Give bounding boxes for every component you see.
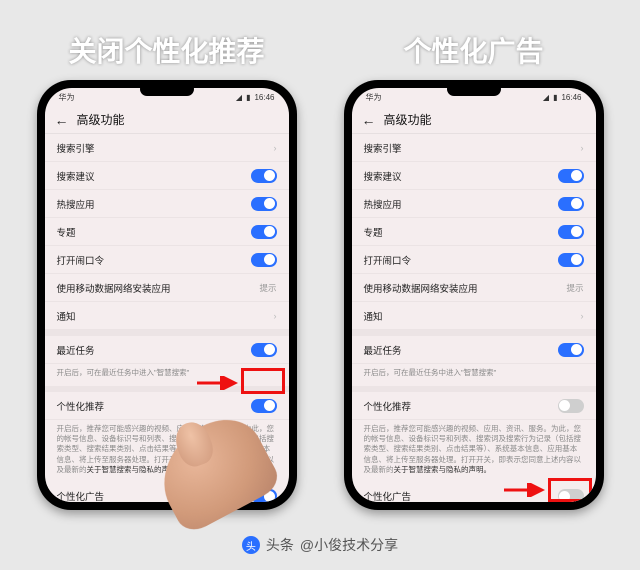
toggle-topics[interactable] <box>558 225 584 239</box>
signal-icon: ◢ <box>236 93 242 102</box>
label: 专题 <box>57 225 76 239</box>
desc-recent-task: 开启后，可在最近任务中进入"智慧搜索" <box>352 364 596 386</box>
back-icon[interactable]: ← <box>362 112 376 128</box>
label: 个性化推荐 <box>57 399 105 413</box>
row-hot-apps[interactable]: 热搜应用 <box>45 190 289 218</box>
toggle-hot-apps[interactable] <box>558 197 584 211</box>
clock: 16:46 <box>561 93 581 102</box>
caption-left: 关闭个性化推荐 <box>68 30 264 70</box>
carrier-label: 华为 <box>366 92 382 103</box>
battery-icon: ▮ <box>246 93 250 102</box>
row-search-engine[interactable]: 搜索引擎 › <box>45 134 289 162</box>
screen-left: 华为 ◢ ▮ 16:46 ← 高级功能 搜索引擎 › 搜索建议 热搜应用 专题 打开闹… <box>45 88 289 502</box>
caption-right: 个性化广告 <box>403 30 543 70</box>
label: 个性化推荐 <box>364 399 412 413</box>
row-recent-task[interactable]: 最近任务 <box>45 336 289 364</box>
toggle-open-cmd[interactable] <box>251 253 277 267</box>
label: 打开闹口令 <box>364 253 412 267</box>
desc-bold: 关于智慧搜索与隐私的声明。 <box>87 465 185 474</box>
chevron-right-icon: › <box>581 143 584 153</box>
toggle-search-suggest[interactable] <box>251 169 277 183</box>
desc-recent-task: 开启后，可在最近任务中进入"智慧搜索" <box>45 364 289 386</box>
chevron-right-icon: › <box>274 143 277 153</box>
label: 通知 <box>364 309 383 323</box>
battery-icon: ▮ <box>553 93 557 102</box>
label: 个性化广告 <box>364 489 412 502</box>
row-search-engine[interactable]: 搜索引擎 › <box>352 134 596 162</box>
toggle-recent-task[interactable] <box>558 343 584 357</box>
row-personal-rec[interactable]: 个性化推荐 <box>352 392 596 420</box>
label: 热搜应用 <box>57 197 95 211</box>
toggle-personal-rec[interactable] <box>558 399 584 413</box>
label: 热搜应用 <box>364 197 402 211</box>
toggle-personal-ad[interactable] <box>558 489 584 502</box>
label: 个性化广告 <box>57 489 105 502</box>
label: 最近任务 <box>364 343 402 357</box>
nav-bar: ← 高级功能 <box>45 106 289 134</box>
notch <box>140 82 194 96</box>
carrier-label: 华为 <box>59 92 75 103</box>
footer-prefix: 头条 <box>266 535 294 555</box>
avatar-icon: 头 <box>242 536 260 554</box>
hint: 提示 <box>259 282 276 294</box>
row-mobile-data[interactable]: 使用移动数据网络安装应用 提示 <box>352 274 596 302</box>
desc-bold: 关于智慧搜索与隐私的声明。 <box>394 465 492 474</box>
footer-author: @小俊技术分享 <box>300 535 398 555</box>
row-topics[interactable]: 专题 <box>352 218 596 246</box>
hint: 提示 <box>566 282 583 294</box>
row-personal-ad[interactable]: 个性化广告 <box>45 483 289 502</box>
phone-right: 华为 ◢ ▮ 16:46 ← 高级功能 搜索引擎 › 搜索建议 热搜应用 专题 打开闹… <box>344 80 604 510</box>
screen-right: 华为 ◢ ▮ 16:46 ← 高级功能 搜索引擎 › 搜索建议 热搜应用 专题 打开闹… <box>352 88 596 502</box>
row-topics[interactable]: 专题 <box>45 218 289 246</box>
label: 使用移动数据网络安装应用 <box>57 281 171 295</box>
label: 最近任务 <box>57 343 95 357</box>
row-search-suggest[interactable]: 搜索建议 <box>352 162 596 190</box>
row-search-suggest[interactable]: 搜索建议 <box>45 162 289 190</box>
toggle-recent-task[interactable] <box>251 343 277 357</box>
toggle-personal-ad[interactable] <box>251 489 277 502</box>
page-title: 高级功能 <box>384 111 432 128</box>
phone-left: 华为 ◢ ▮ 16:46 ← 高级功能 搜索引擎 › 搜索建议 热搜应用 专题 打开闹… <box>37 80 297 510</box>
row-recent-task[interactable]: 最近任务 <box>352 336 596 364</box>
page-title: 高级功能 <box>77 111 125 128</box>
toggle-open-cmd[interactable] <box>558 253 584 267</box>
chevron-right-icon: › <box>581 311 584 321</box>
row-mobile-data[interactable]: 使用移动数据网络安装应用 提示 <box>45 274 289 302</box>
label: 搜索建议 <box>364 169 402 183</box>
back-icon[interactable]: ← <box>55 112 69 128</box>
nav-bar: ← 高级功能 <box>352 106 596 134</box>
label: 通知 <box>57 309 76 323</box>
toggle-hot-apps[interactable] <box>251 197 277 211</box>
label: 搜索引擎 <box>57 141 95 155</box>
row-open-cmd[interactable]: 打开闹口令 <box>45 246 289 274</box>
signal-icon: ◢ <box>543 93 549 102</box>
label: 使用移动数据网络安装应用 <box>364 281 478 295</box>
label: 搜索建议 <box>57 169 95 183</box>
clock: 16:46 <box>254 93 274 102</box>
label: 专题 <box>364 225 383 239</box>
label: 打开闹口令 <box>57 253 105 267</box>
toggle-search-suggest[interactable] <box>558 169 584 183</box>
desc-personal-rec: 开启后，推荐您可能感兴趣的视频、应用、资讯、服务。为此，您的帐号信息、设备标识号… <box>45 420 289 483</box>
row-hot-apps[interactable]: 热搜应用 <box>352 190 596 218</box>
row-personal-ad[interactable]: 个性化广告 <box>352 483 596 502</box>
footer-attribution: 头 头条 @小俊技术分享 <box>0 535 640 555</box>
desc-personal-rec: 开启后，推荐您可能感兴趣的视频、应用、资讯、服务。为此，您的帐号信息、设备标识号… <box>352 420 596 483</box>
label: 搜索引擎 <box>364 141 402 155</box>
notch <box>447 82 501 96</box>
row-notify[interactable]: 通知 › <box>352 302 596 330</box>
row-notify[interactable]: 通知 › <box>45 302 289 330</box>
row-open-cmd[interactable]: 打开闹口令 <box>352 246 596 274</box>
toggle-personal-rec[interactable] <box>251 399 277 413</box>
toggle-topics[interactable] <box>251 225 277 239</box>
chevron-right-icon: › <box>274 311 277 321</box>
row-personal-rec[interactable]: 个性化推荐 <box>45 392 289 420</box>
